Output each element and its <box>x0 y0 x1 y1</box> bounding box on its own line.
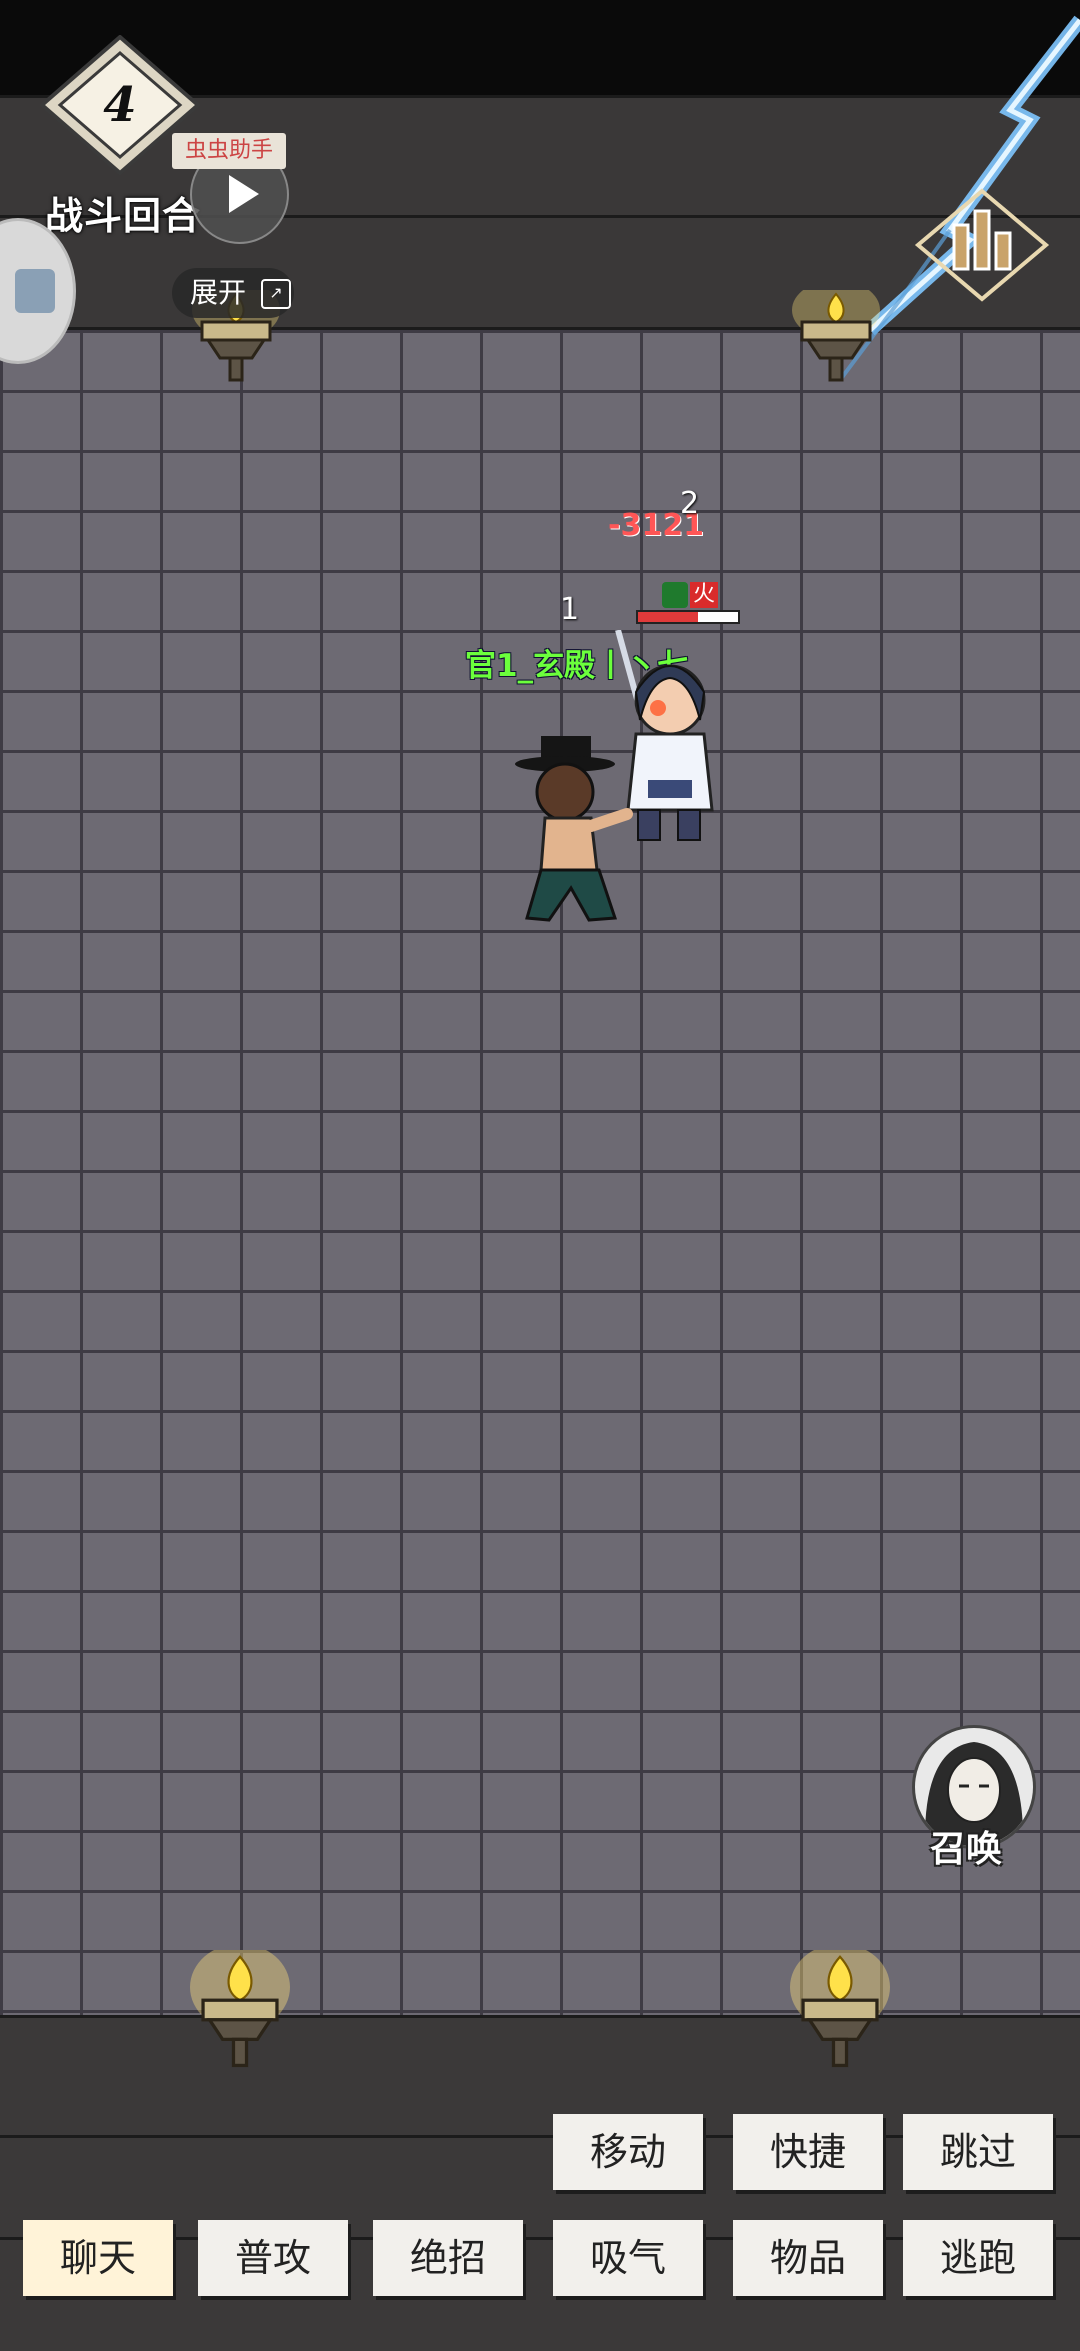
flee-button[interactable]: 逃跑 <box>903 2220 1053 2296</box>
fire-status-badge: 火 <box>690 582 718 608</box>
stats-chart-icon[interactable] <box>912 185 1052 305</box>
items-button[interactable]: 物品 <box>733 2220 883 2296</box>
summon-label: 召唤 <box>930 1829 1003 1870</box>
player-index: 1 <box>560 592 580 627</box>
torch-bottom-right <box>790 1950 890 2068</box>
expand-button[interactable]: 展开 ↗ <box>172 268 294 318</box>
expand-label: 展开 <box>190 276 247 309</box>
ultimate-button[interactable]: 绝招 <box>373 2220 523 2296</box>
enemy-hp-bar <box>636 610 740 624</box>
move-button[interactable]: 移动 <box>553 2114 703 2190</box>
shield-status-icon <box>662 582 688 608</box>
shortcut-button[interactable]: 快捷 <box>733 2114 883 2190</box>
round-label: 战斗回合 <box>45 194 202 238</box>
round-number: 4 <box>103 77 136 133</box>
helper-tag[interactable]: 虫虫助手 <box>172 133 286 169</box>
breathe-button[interactable]: 吸气 <box>553 2220 703 2296</box>
torch-top-right <box>792 290 880 382</box>
side-tab-icon <box>15 269 55 313</box>
player-character-sprite[interactable] <box>505 730 655 930</box>
normal-attack-button[interactable]: 普攻 <box>198 2220 348 2296</box>
torch-bottom-left <box>190 1950 290 2068</box>
skip-button[interactable]: 跳过 <box>903 2114 1053 2190</box>
chat-button[interactable]: 聊天 <box>23 2220 173 2296</box>
enemy-index: 2 <box>680 486 700 521</box>
expand-icon: ↗ <box>260 279 291 309</box>
